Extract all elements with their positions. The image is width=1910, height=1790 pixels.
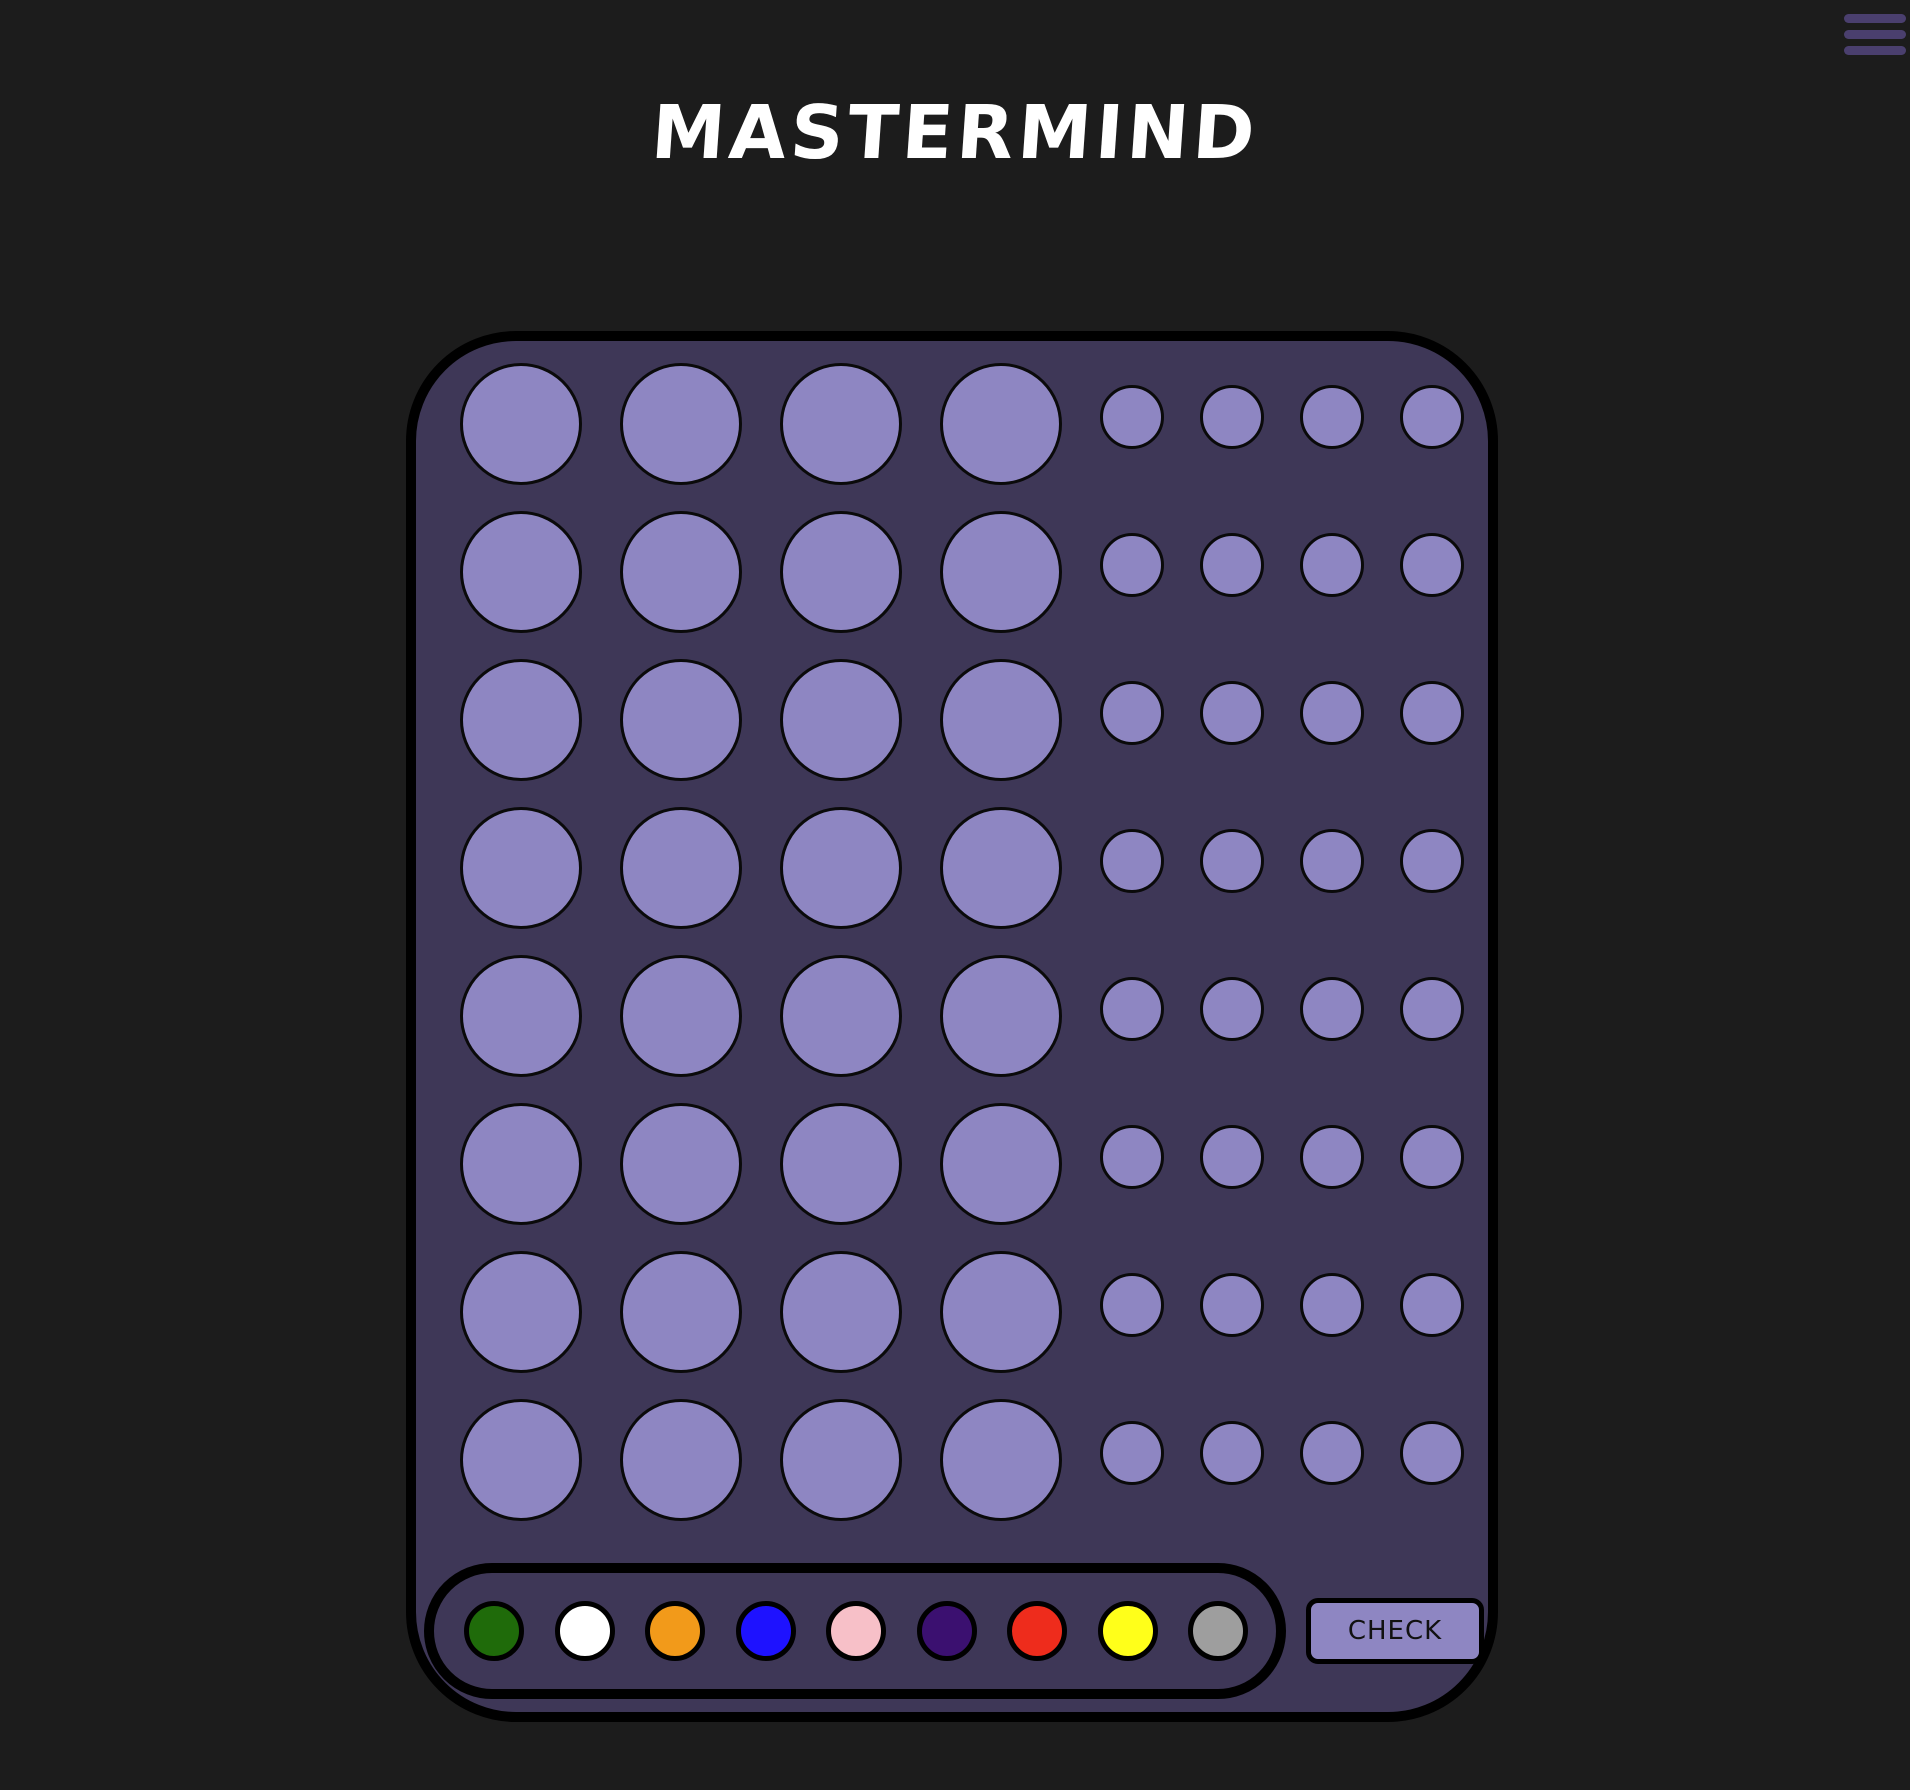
peg-slot[interactable] (940, 1251, 1062, 1373)
hint-slot (1300, 533, 1364, 597)
hint-slot (1400, 1421, 1464, 1485)
color-swatch-white[interactable] (554, 1601, 615, 1661)
color-swatch-pink[interactable] (826, 1601, 886, 1661)
hint-slot (1100, 1273, 1164, 1337)
color-swatch-orange[interactable] (645, 1601, 705, 1661)
hint-slot (1200, 1421, 1264, 1485)
hint-slot (1100, 1421, 1164, 1485)
hint-slot (1400, 1125, 1464, 1189)
peg-slot[interactable] (460, 511, 582, 633)
guess-row (416, 807, 1486, 937)
hint-slot (1400, 533, 1464, 597)
peg-slot[interactable] (620, 1103, 742, 1225)
hint-slot (1200, 385, 1264, 449)
hint-slot (1400, 829, 1464, 893)
guess-row (416, 659, 1486, 789)
peg-slot[interactable] (460, 955, 582, 1077)
hint-slot (1200, 977, 1264, 1041)
color-palette (424, 1563, 1286, 1699)
peg-slot[interactable] (620, 1251, 742, 1373)
hint-slot (1100, 681, 1164, 745)
menu-bar (1844, 46, 1906, 55)
guess-row (416, 1399, 1486, 1529)
hint-slot (1300, 977, 1364, 1041)
peg-slot[interactable] (940, 659, 1062, 781)
hint-slot (1200, 533, 1264, 597)
hint-slot (1300, 1273, 1364, 1337)
peg-slot[interactable] (780, 1251, 902, 1373)
color-swatch-gray[interactable] (1188, 1601, 1248, 1661)
color-swatch-blue[interactable] (735, 1601, 796, 1661)
peg-slot[interactable] (620, 955, 742, 1077)
guess-row (416, 363, 1486, 493)
hamburger-menu-icon[interactable] (1844, 12, 1908, 58)
hint-slot (1300, 829, 1364, 893)
peg-slot[interactable] (940, 1399, 1062, 1521)
hint-slot (1400, 977, 1464, 1041)
peg-slot[interactable] (460, 363, 582, 485)
peg-slot[interactable] (780, 363, 902, 485)
color-swatch-red[interactable] (1007, 1601, 1067, 1661)
hint-slot (1200, 681, 1264, 745)
peg-slot[interactable] (460, 1103, 582, 1225)
peg-slot[interactable] (620, 363, 742, 485)
hint-slot (1100, 977, 1164, 1041)
hint-slot (1400, 681, 1464, 745)
peg-slot[interactable] (940, 955, 1062, 1077)
peg-slot[interactable] (780, 1103, 902, 1225)
hint-slot (1300, 1421, 1364, 1485)
peg-slot[interactable] (940, 807, 1062, 929)
peg-slot[interactable] (940, 363, 1062, 485)
peg-slot[interactable] (780, 511, 902, 633)
peg-slot[interactable] (780, 1399, 902, 1521)
hint-slot (1100, 533, 1164, 597)
peg-slot[interactable] (460, 1251, 582, 1373)
color-swatch-yellow[interactable] (1097, 1601, 1158, 1661)
peg-slot[interactable] (460, 1399, 582, 1521)
peg-slot[interactable] (620, 1399, 742, 1521)
game-board: CHECK (406, 331, 1498, 1722)
game-title: MASTERMIND (648, 90, 1262, 176)
peg-slot[interactable] (940, 1103, 1062, 1225)
menu-bar (1844, 14, 1906, 23)
menu-bar (1844, 30, 1906, 39)
hint-slot (1200, 829, 1264, 893)
hint-slot (1300, 1125, 1364, 1189)
peg-slot[interactable] (620, 807, 742, 929)
peg-slot[interactable] (940, 511, 1062, 633)
game-page: MASTERMIND CHECK (0, 0, 1910, 1790)
color-swatch-green[interactable] (464, 1601, 524, 1661)
peg-slot[interactable] (620, 659, 742, 781)
hint-slot (1100, 829, 1164, 893)
color-swatch-purple[interactable] (916, 1601, 977, 1661)
peg-slot[interactable] (780, 807, 902, 929)
hint-slot (1100, 385, 1164, 449)
guess-row (416, 1103, 1486, 1233)
guess-row (416, 955, 1486, 1085)
guess-row (416, 511, 1486, 641)
peg-slot[interactable] (780, 659, 902, 781)
hint-slot (1400, 1273, 1464, 1337)
hint-slot (1200, 1273, 1264, 1337)
peg-slot[interactable] (460, 807, 582, 929)
hint-slot (1200, 1125, 1264, 1189)
hint-slot (1100, 1125, 1164, 1189)
peg-slot[interactable] (620, 511, 742, 633)
guess-row (416, 1251, 1486, 1381)
peg-slot[interactable] (460, 659, 582, 781)
check-button[interactable]: CHECK (1306, 1598, 1484, 1664)
peg-slot[interactable] (780, 955, 902, 1077)
hint-slot (1300, 385, 1364, 449)
hint-slot (1400, 385, 1464, 449)
hint-slot (1300, 681, 1364, 745)
